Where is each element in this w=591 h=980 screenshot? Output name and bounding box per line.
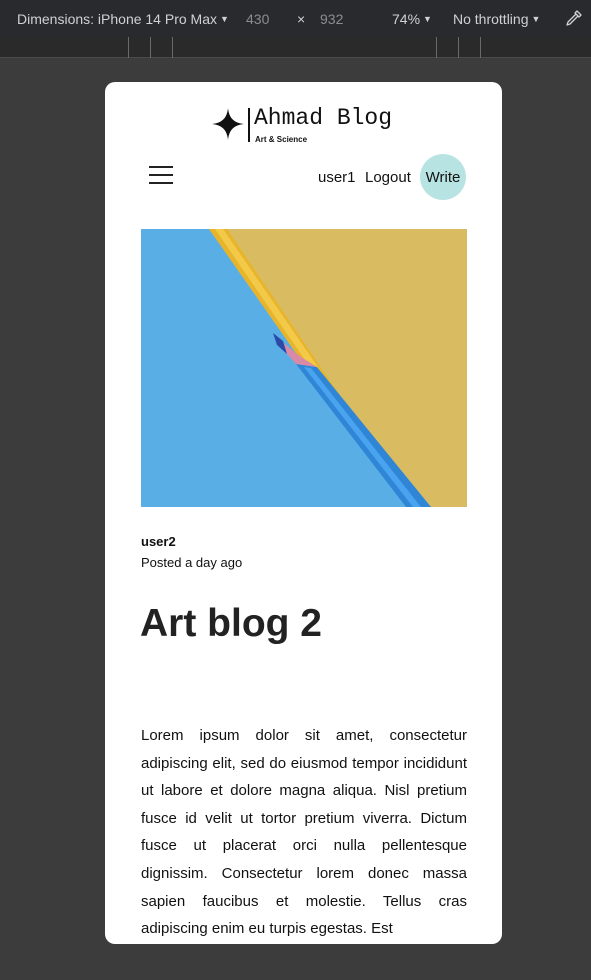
post-title: Art blog 2 [140,602,322,645]
caret-down-icon: ▼ [423,14,432,24]
zoom-dropdown[interactable]: 74% ▼ [392,11,432,27]
devtools-toolbar: Dimensions: iPhone 14 Pro Max ▼ 430 × 932… [0,0,591,37]
media-query-ruler [0,37,591,58]
ruler-tick [150,37,151,58]
eyedropper-icon[interactable] [564,8,584,28]
hamburger-menu-icon[interactable] [149,165,173,187]
ruler-tick [436,37,437,58]
device-dimensions-dropdown[interactable]: Dimensions: iPhone 14 Pro Max ▼ [17,11,229,27]
ruler-tick [172,37,173,58]
post-author[interactable]: user2 [141,534,176,549]
post-hero-image [141,229,467,507]
caret-down-icon: ▼ [220,14,229,24]
viewport-width-input[interactable]: 430 [246,11,269,27]
ruler-tick [480,37,481,58]
four-point-star-icon [212,108,244,140]
viewport-height-input[interactable]: 932 [320,11,343,27]
logo-title: Ahmad Blog [254,105,393,131]
zoom-label: 74% [392,11,421,27]
throttling-dropdown[interactable]: No throttling ▼ [453,11,540,27]
logo-divider [248,108,250,142]
username-link[interactable]: user1 [318,169,356,186]
dimension-separator: × [297,11,306,27]
post-date: Posted a day ago [141,555,243,570]
post-body: Lorem ipsum dolor sit amet, consectetur … [141,727,467,938]
logout-link[interactable]: Logout [365,169,411,186]
ruler-tick [458,37,459,58]
site-logo[interactable]: Ahmad Blog Art & Science [212,104,402,144]
logo-subtitle: Art & Science [255,135,308,144]
write-button[interactable]: Write [420,154,466,200]
device-viewport: Ahmad Blog Art & Science user1 Logout Wr… [105,82,502,944]
caret-down-icon: ▼ [531,14,541,24]
ruler-tick [128,37,129,58]
throttling-label: No throttling [453,11,529,27]
device-label: Dimensions: iPhone 14 Pro Max [17,11,217,27]
